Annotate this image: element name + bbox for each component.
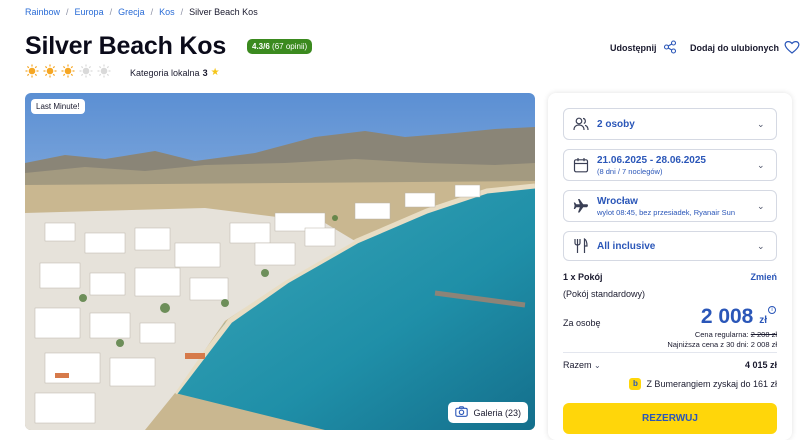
category-value: 3 — [202, 67, 208, 78]
share-icon — [663, 40, 677, 56]
heart-icon — [784, 40, 800, 56]
breadcrumb-item-grecja[interactable]: Grecja — [118, 7, 145, 17]
bumerang-icon: b — [629, 378, 642, 390]
persons-icon — [573, 116, 589, 132]
info-icon[interactable]: i — [768, 306, 776, 314]
regular-price-value: 2 208 zł — [750, 330, 777, 339]
breadcrumb-item-kos[interactable]: Kos — [159, 7, 175, 17]
breadcrumb-item-rainbow[interactable]: Rainbow — [25, 7, 60, 17]
departure-select[interactable]: Wrocław wylot 08:45, bez przesiadek, Rya… — [563, 190, 777, 222]
breadcrumb-separator: / — [150, 7, 154, 17]
persons-select[interactable]: 2 osoby ⌄ — [563, 108, 777, 140]
dates-duration: (8 dni / 7 noclegów) — [597, 166, 663, 176]
sun-icon — [25, 64, 39, 78]
rating-badge[interactable]: 4.3/6 (67 opinii) — [247, 39, 313, 54]
board-value: All inclusive — [597, 240, 656, 252]
bumerang-text: Z Bumerangiem zyskaj do 161 zł — [646, 379, 777, 389]
price-per-person: 2 008 zł — [701, 305, 767, 329]
departure-value: Wrocław — [597, 195, 638, 207]
camera-icon — [455, 406, 469, 419]
page-title: Silver Beach Kos — [25, 32, 227, 60]
room-count: 1 x Pokój — [563, 272, 603, 282]
breadcrumb-separator: / — [109, 7, 113, 17]
chevron-down-icon: ⌄ — [757, 240, 765, 251]
cutlery-icon — [573, 238, 589, 254]
chevron-down-icon: ⌄ — [757, 159, 765, 170]
gallery-button[interactable]: Galeria (23) — [448, 402, 528, 423]
booking-panel: 2 osoby ⌄ 21.06.2025 - 28.06.2025 (8 dni… — [548, 93, 792, 440]
share-button[interactable]: Udostępnij — [610, 40, 677, 56]
lowest-price-30-days: Najniższa cena z 30 dni: 2 008 zł — [667, 340, 777, 349]
last-minute-badge: Last Minute! — [31, 99, 85, 114]
share-label: Udostępnij — [610, 43, 657, 53]
breadcrumb-separator: / — [66, 7, 69, 17]
gallery-label: Galeria (23) — [473, 407, 521, 418]
change-room-link[interactable]: Zmień — [750, 272, 777, 282]
rating-score: 4.3/6 — [252, 42, 270, 51]
breadcrumb: Rainbow / Europa / Grecja / Kos / Silver… — [25, 7, 258, 17]
aerial-coast-image — [25, 93, 535, 430]
favorite-button[interactable]: Dodaj do ulubionych — [690, 40, 800, 56]
total-value: 4 015 zł — [744, 360, 777, 370]
divider — [563, 352, 777, 353]
chevron-down-icon: ⌄ — [757, 118, 765, 129]
plane-icon — [573, 198, 589, 214]
flight-details: wylot 08:45, bez przesiadek, Ryanair Sun — [597, 207, 735, 217]
favorite-label: Dodaj do ulubionych — [690, 43, 779, 53]
category-label: Kategoria lokalna — [130, 67, 200, 78]
rating-count: (67 opinii) — [272, 42, 308, 51]
bumerang-offer: b Z Bumerangiem zyskaj do 161 zł — [629, 378, 777, 390]
sun-empty-icon — [97, 64, 111, 78]
sun-icon — [43, 64, 57, 78]
sun-icon — [61, 64, 75, 78]
star-icon: ★ — [210, 67, 220, 78]
local-category: Kategoria lokalna 3 ★ — [130, 67, 220, 78]
sun-empty-icon — [79, 64, 93, 78]
price-value: 2 008 — [700, 305, 754, 328]
regular-price: Cena regularna: 2 208 zł — [695, 330, 777, 339]
regular-price-label: Cena regularna: — [694, 330, 749, 339]
chevron-down-icon: ⌄ — [594, 361, 601, 370]
room-type: (Pokój standardowy) — [563, 289, 646, 299]
price-currency: zł — [759, 315, 767, 326]
hotel-photo[interactable]: Last Minute! Galeria (23) — [25, 93, 535, 430]
breadcrumb-item-current: Silver Beach Kos — [189, 7, 258, 17]
book-button[interactable]: REZERWUJ — [563, 403, 777, 434]
persons-value: 2 osoby — [597, 118, 635, 130]
calendar-icon — [573, 157, 589, 173]
dates-value: 21.06.2025 - 28.06.2025 — [597, 154, 706, 166]
dates-select[interactable]: 21.06.2025 - 28.06.2025 (8 dni / 7 nocle… — [563, 149, 777, 181]
breadcrumb-item-europa[interactable]: Europa — [75, 7, 104, 17]
sun-rating — [25, 64, 111, 78]
breadcrumb-separator: / — [180, 7, 184, 17]
board-select[interactable]: All inclusive ⌄ — [563, 231, 777, 261]
total-label: Razem — [563, 360, 592, 370]
chevron-down-icon: ⌄ — [757, 200, 765, 211]
